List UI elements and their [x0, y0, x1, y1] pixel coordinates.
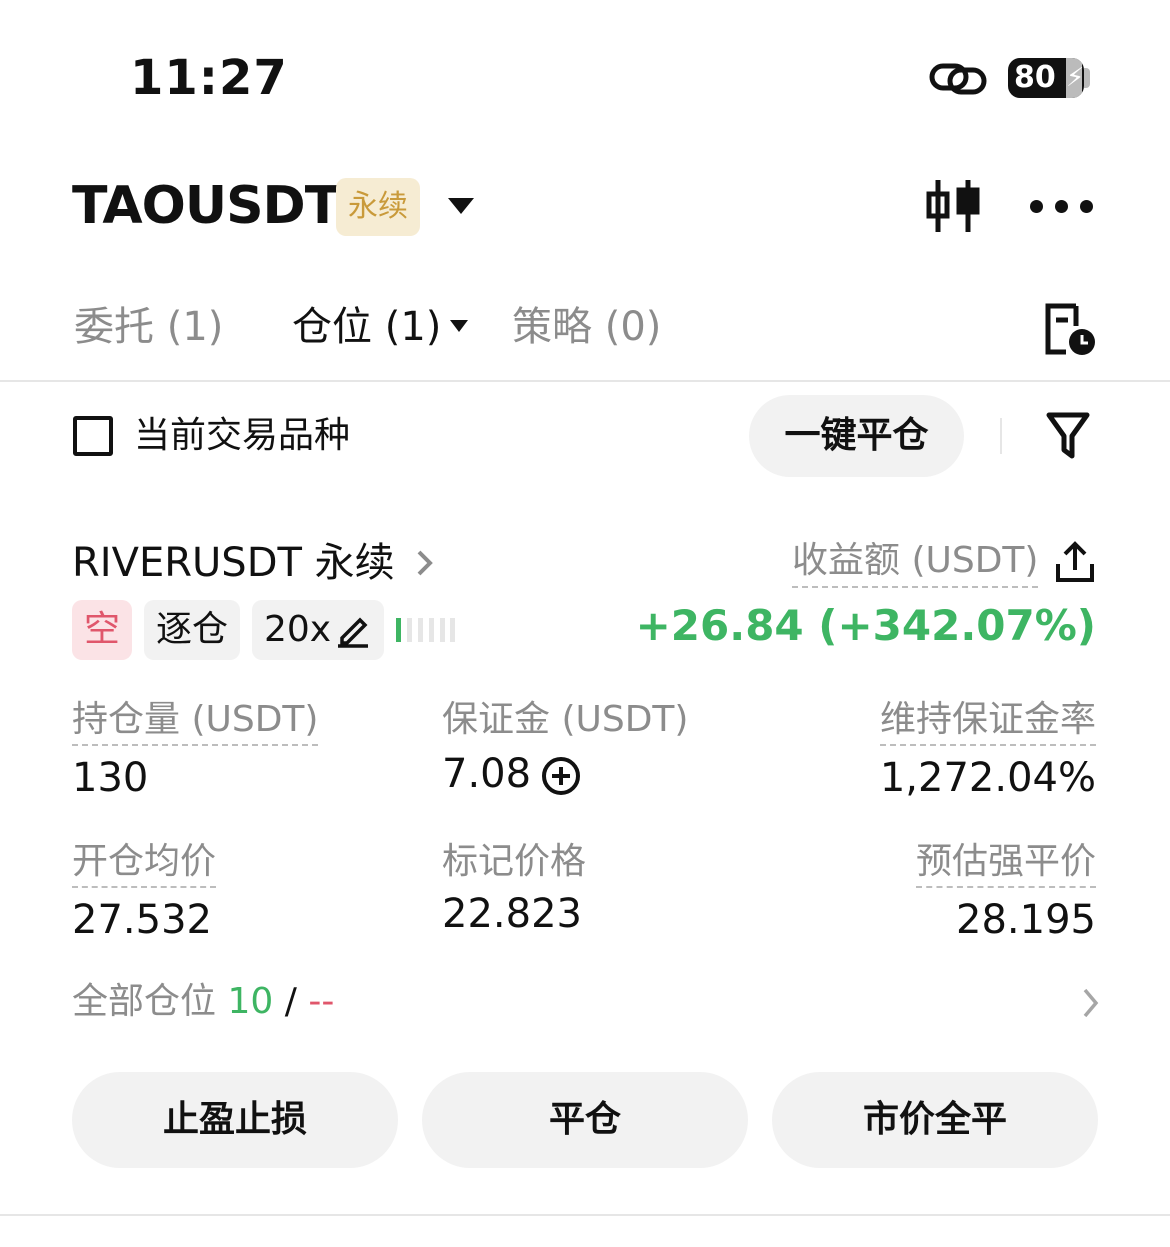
mark-price-label: 标记价格: [442, 841, 587, 882]
mmr-value: 1,272.04%: [879, 755, 1096, 801]
pnl-value: +26.84 (+342.07%): [635, 601, 1096, 650]
mark-price-value: 22.823: [442, 891, 582, 937]
leverage-value: 20x: [264, 609, 332, 650]
toolbar-divider: [1000, 418, 1002, 454]
size-value: 130: [72, 755, 149, 801]
liq-price-label[interactable]: 预估强平价: [915, 838, 1096, 888]
margin-label: 保证金 (USDT): [442, 699, 689, 740]
battery-cap: [1084, 68, 1090, 88]
mmr-label[interactable]: 维持保证金率: [879, 696, 1096, 746]
market-close-all-button[interactable]: 市价全平: [772, 1072, 1098, 1168]
positions-caret-icon[interactable]: [450, 320, 468, 332]
candlestick-icon[interactable]: [924, 176, 984, 236]
close-all-button[interactable]: 一键平仓: [749, 395, 964, 477]
contract-type-badge: 永续: [336, 178, 420, 236]
symbol-title[interactable]: TAOUSDT: [72, 176, 340, 236]
entry-price-label[interactable]: 开仓均价: [72, 838, 217, 888]
leverage-button[interactable]: 20x: [252, 600, 384, 660]
side-badge: 空: [72, 600, 132, 660]
tab-strategy[interactable]: 策略 (0): [512, 300, 661, 354]
link-icon: [929, 63, 987, 95]
all-positions-other: --: [308, 981, 335, 1022]
pencil-icon: [338, 617, 368, 648]
risk-level-indicator: [396, 618, 456, 642]
chevron-right-icon[interactable]: [414, 548, 436, 578]
all-positions-count: 10: [227, 981, 274, 1022]
current-symbol-label[interactable]: 当前交易品种: [134, 410, 350, 462]
margin-value: 7.08: [442, 751, 532, 797]
tabs-divider: [0, 380, 1170, 382]
battery-level: 80: [1014, 60, 1056, 95]
tab-positions[interactable]: 仓位 (1): [292, 300, 441, 354]
current-symbol-checkbox[interactable]: [73, 416, 113, 456]
liq-price-value: 28.195: [956, 897, 1096, 943]
all-positions-separator: /: [284, 981, 297, 1022]
history-icon[interactable]: [1040, 300, 1098, 358]
symbol-dropdown-caret-icon[interactable]: [448, 198, 474, 214]
filter-icon[interactable]: [1046, 410, 1090, 462]
entry-price-value: 27.532: [72, 897, 212, 943]
all-positions-link[interactable]: 全部仓位 10 / --: [72, 978, 334, 1026]
size-label[interactable]: 持仓量 (USDT): [72, 696, 319, 746]
bottom-divider: [0, 1214, 1170, 1216]
tab-orders[interactable]: 委托 (1): [74, 300, 223, 354]
share-icon[interactable]: [1054, 540, 1096, 584]
charging-icon: ⚡: [1066, 58, 1084, 98]
status-time: 11:27: [130, 50, 288, 106]
add-margin-icon[interactable]: [540, 755, 582, 797]
more-icon[interactable]: [1030, 200, 1094, 214]
position-symbol-title[interactable]: RIVERUSDT 永续: [72, 536, 395, 590]
chevron-right-icon[interactable]: [1080, 986, 1102, 1020]
close-position-button[interactable]: 平仓: [422, 1072, 748, 1168]
all-positions-label: 全部仓位: [72, 981, 217, 1022]
battery-indicator: 80 ⚡: [1008, 58, 1084, 98]
margin-mode-badge: 逐仓: [144, 600, 240, 660]
tp-sl-button[interactable]: 止盈止损: [72, 1072, 398, 1168]
pnl-label[interactable]: 收益额 (USDT): [792, 536, 1039, 588]
